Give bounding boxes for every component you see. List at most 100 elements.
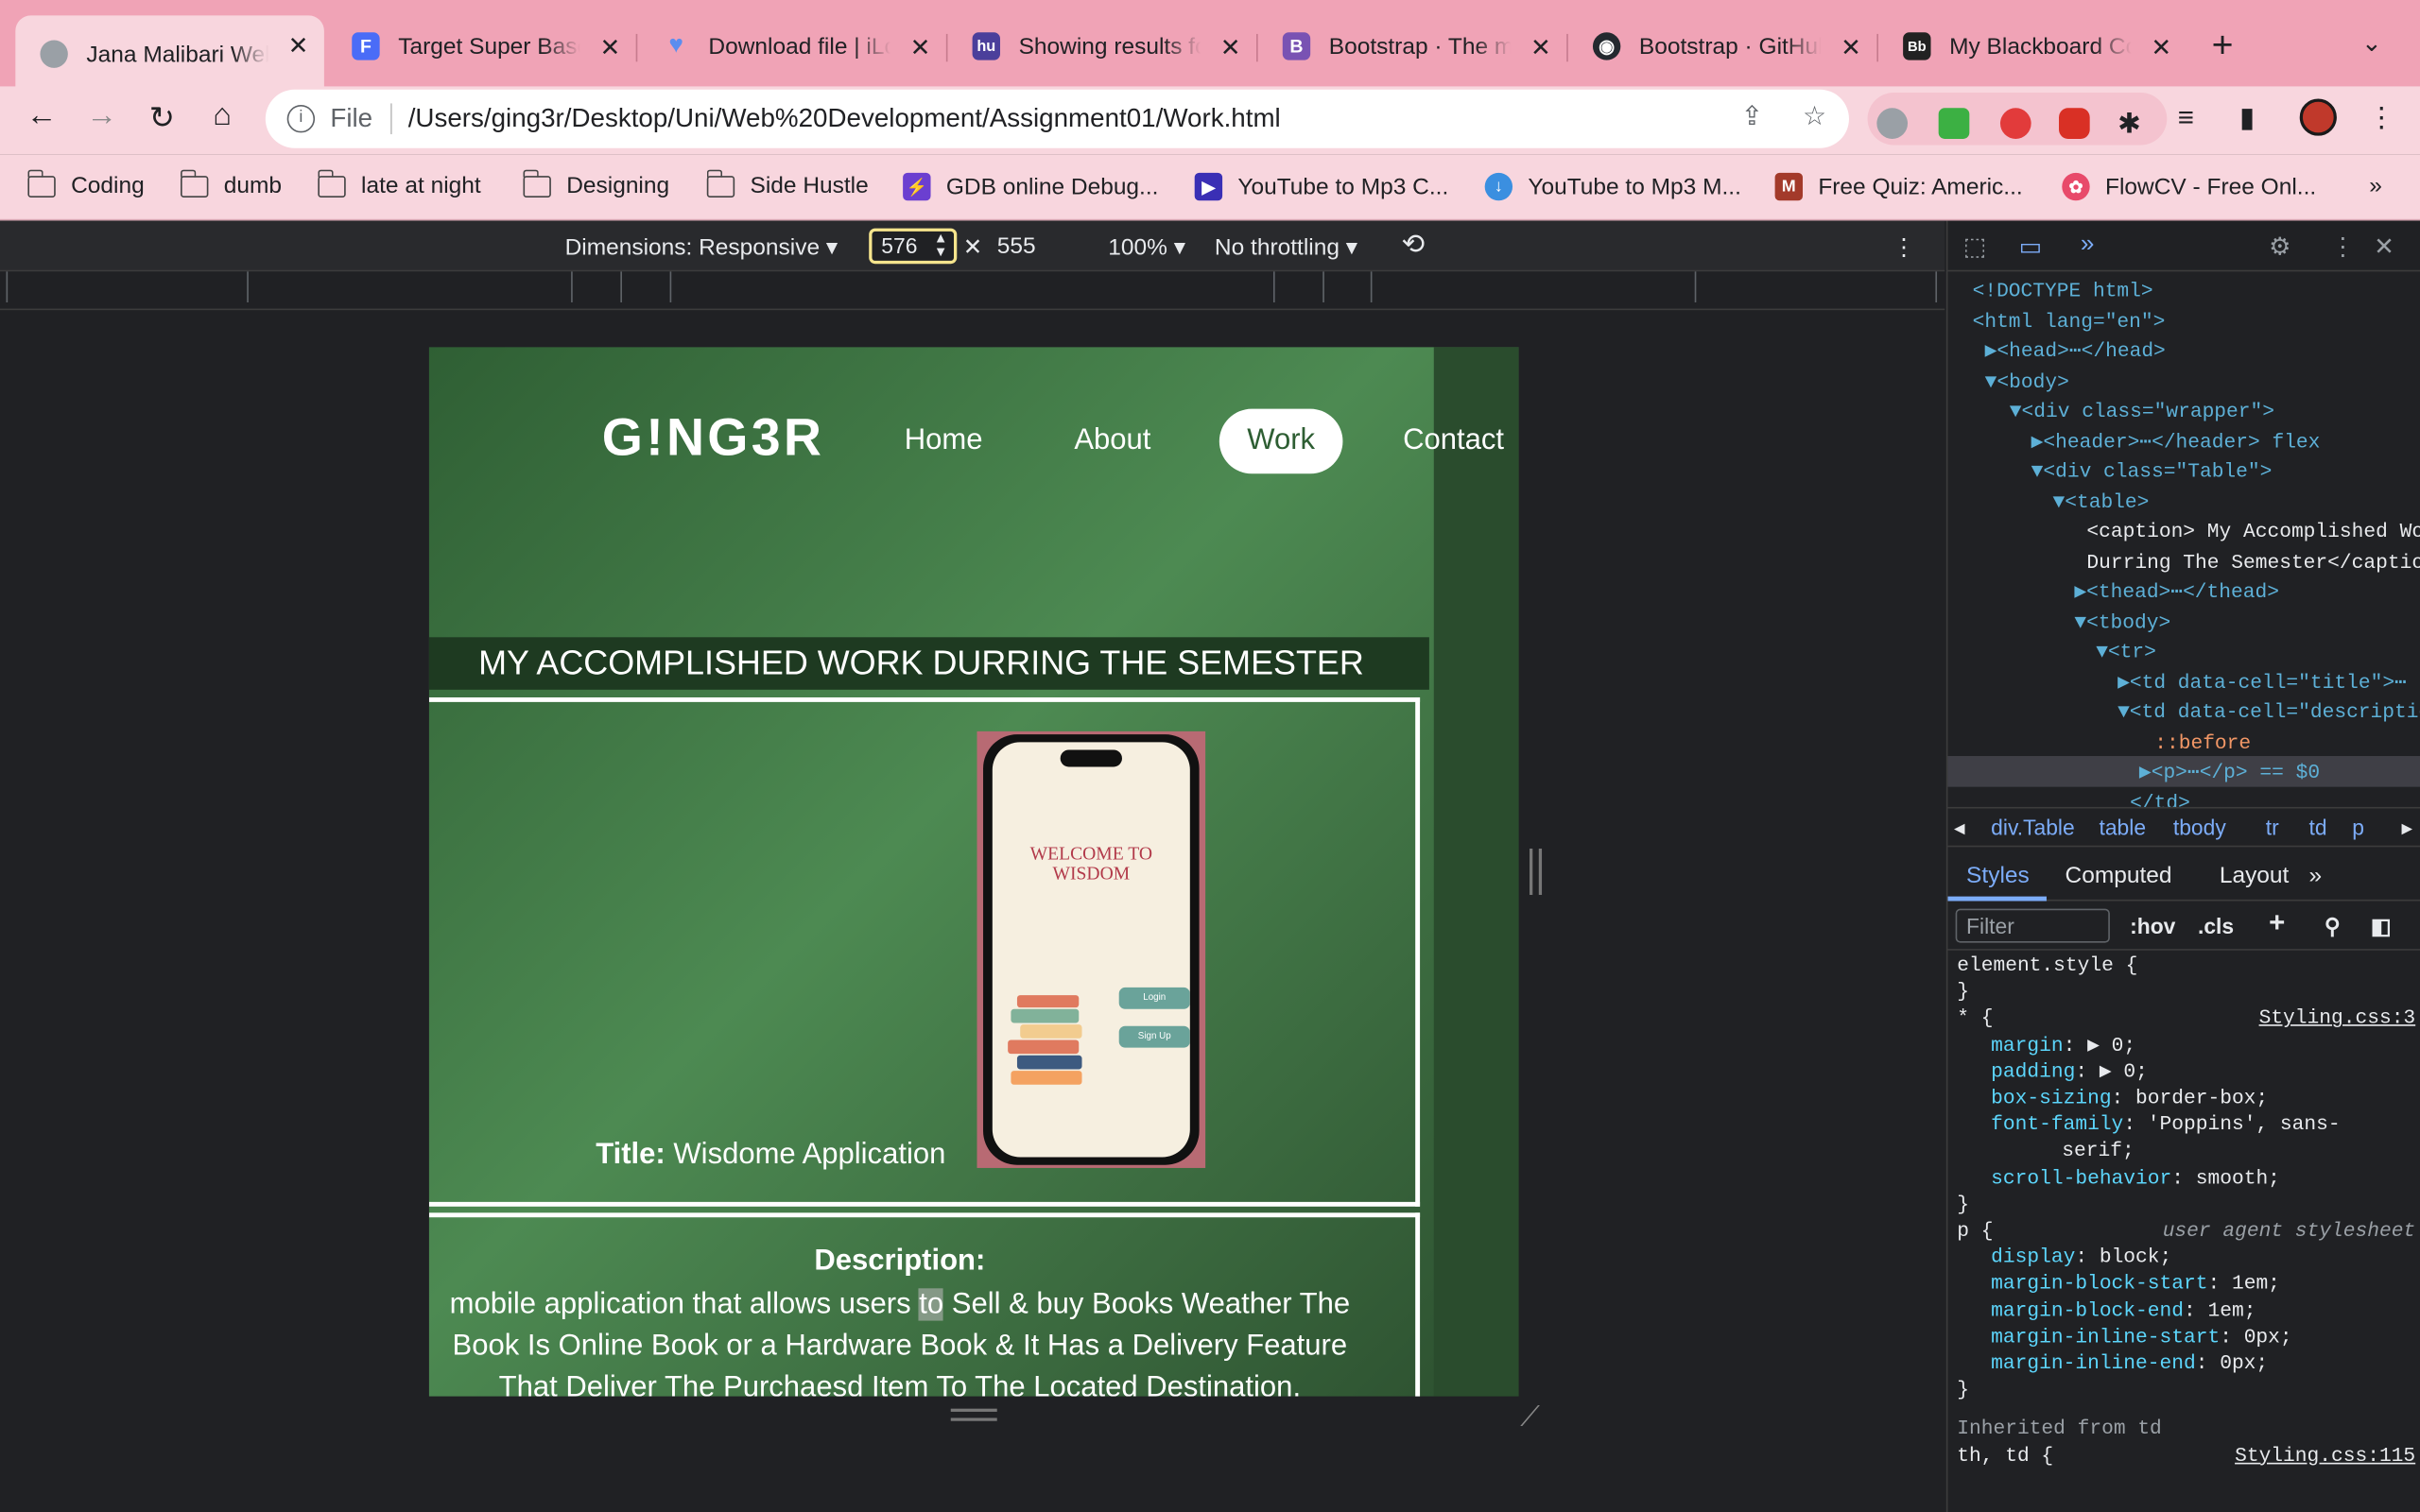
bookmark-flowcv[interactable]: ✿ FlowCV - Free Onl... [2062,172,2316,201]
profile-avatar[interactable] [2299,98,2337,136]
device-toggle-icon[interactable]: ▭ [2019,232,2043,263]
crumb-item[interactable]: td [2309,815,2327,839]
close-tab-icon[interactable]: ✕ [599,32,620,63]
crumb-item[interactable]: tr [2266,815,2279,839]
devtools-menu-icon[interactable]: ⋮ [2330,232,2355,263]
dom-node-line[interactable]: ▼<tr> [2096,641,2156,663]
shield-extension-icon[interactable] [1938,108,1970,139]
dom-node-line[interactable]: ▼<div class="Table"> [2031,460,2273,483]
bookmark-free-quiz[interactable]: M Free Quiz: Americ... [1774,172,2023,201]
close-tab-icon[interactable]: ✕ [288,31,309,62]
close-tab-icon[interactable]: ✕ [1841,32,1861,63]
sidebar-toggle-icon[interactable]: ◧ [2371,914,2392,940]
new-rule-plus-icon[interactable]: + [2269,907,2285,939]
dom-node-line[interactable]: <caption> My Accomplished Work [2086,520,2420,542]
puzzle-extensions-icon[interactable]: ✱ [2118,108,2141,140]
crumb-item[interactable]: div.Table [1991,815,2075,839]
site-info-icon[interactable]: i [286,105,316,133]
bookmark-folder-coding[interactable]: Coding [27,168,145,199]
stepper-icon[interactable]: ▲ ▼ [934,231,948,259]
bookmark-gdb[interactable]: ⚡ GDB online Debug... [903,172,1158,201]
media-controls-icon[interactable]: ≡ [2178,102,2194,134]
resize-handle-corner-icon[interactable]: ⟋ [1520,1400,1540,1433]
close-tab-icon[interactable]: ✕ [2151,32,2171,63]
bookmark-folder-late-at-night[interactable]: late at night [318,168,481,199]
bookmark-folder-side-hustle[interactable]: Side Hustle [706,168,869,199]
tab-7[interactable]: Bb My Blackboard Courses ✕ [1878,19,2187,75]
hand-block-extension-icon[interactable] [2059,108,2090,139]
dom-node-line[interactable]: ▶<p>⋯</p> == $0 [2139,761,2320,783]
dom-node-line[interactable]: Durring The Semester</caption> [2086,550,2420,573]
tab-4[interactable]: hu Showing results for ✕ [947,19,1256,75]
css-source-link[interactable]: user agent stylesheet [2163,1219,2415,1242]
crumb-left-icon[interactable]: ◂ [1954,815,1964,841]
crumb-item[interactable]: tbody [2173,815,2226,839]
new-tab-plus-icon[interactable]: + [2212,25,2234,68]
more-panels-icon[interactable]: » [2309,863,2323,889]
globe-extension-icon[interactable] [1876,108,1909,139]
settings-gear-icon[interactable]: ⚙ [2269,232,2290,263]
rotate-icon[interactable]: ⟲ [1401,229,1425,261]
tab-5[interactable]: B Bootstrap · The most ✕ [1258,19,1567,75]
dom-node-line[interactable]: ▶<td data-cell="title">⋯ [2118,670,2407,693]
tab-2[interactable]: F Target Super Based ✕ [327,19,636,75]
resize-handle-bottom[interactable] [950,1408,997,1421]
close-tab-icon[interactable]: ✕ [910,32,931,63]
tab-styles[interactable]: Styles [1966,863,2030,889]
close-tab-icon[interactable]: ✕ [1220,32,1241,63]
dom-node-line[interactable]: ▼<table> [2052,490,2149,512]
address-bar[interactable]: i File /Users/ging3r/Desktop/Uni/Web%20D… [265,89,1849,148]
dom-node-line[interactable]: <html lang="en"> [1973,309,2166,332]
dom-node-line[interactable]: <!DOCTYPE html> [1973,280,2153,302]
close-tab-icon[interactable]: ✕ [1530,32,1551,63]
kebab-menu-icon[interactable]: ⋮ [2368,102,2395,134]
cls-toggle[interactable]: .cls [2198,914,2234,938]
tab-3[interactable]: ♥ Download file | iLove ✕ [637,19,946,75]
resize-handle-right[interactable] [1530,848,1543,895]
bookmark-youtube-mp3-m[interactable]: ↓ YouTube to Mp3 M... [1484,172,1741,201]
dimensions-select[interactable]: Dimensions: Responsive ▾ [565,233,838,261]
url-text[interactable]: /Users/ging3r/Desktop/Uni/Web%20Developm… [408,103,1281,134]
nav-contact[interactable]: Contact [1403,424,1504,458]
bookmark-folder-designing[interactable]: Designing [523,168,669,199]
height-input[interactable]: 555 [997,233,1036,260]
share-icon[interactable]: ⇪ [1741,102,1763,133]
css-source-link[interactable]: Styling.css:115 [2235,1444,2415,1467]
tab-layout[interactable]: Layout [2220,863,2290,889]
close-devtools-icon[interactable]: ✕ [2374,232,2394,263]
dom-node-line[interactable]: ▼<body> [1985,369,2069,392]
zoom-select[interactable]: 100% ▾ [1108,233,1185,261]
bookmark-folder-dumb[interactable]: dumb [181,168,282,199]
nav-work[interactable]: Work [1219,408,1343,474]
crumb-item[interactable]: p [2352,815,2364,839]
styles-filter-input[interactable]: Filter [1955,908,2110,943]
dom-node-line[interactable]: ▶<header>⋯</header> flex [2031,430,2321,453]
side-panel-icon[interactable]: ▮ [2239,102,2255,134]
back-arrow-icon[interactable]: ← [20,98,63,134]
width-input[interactable]: 576 ▲ ▼ [869,228,958,265]
css-source-link[interactable]: Styling.css:3 [2259,1006,2416,1029]
nav-about[interactable]: About [1074,424,1150,458]
throttling-select[interactable]: No throttling ▾ [1215,233,1357,261]
bookmark-star-icon[interactable]: ☆ [1803,102,1826,133]
device-more-icon[interactable]: ⋮ [1893,233,1915,261]
nav-home[interactable]: Home [905,424,983,458]
reload-icon[interactable]: ↻ [141,98,184,137]
crumb-right-icon[interactable]: ▸ [2401,815,2411,841]
tab-search-chevron-icon[interactable]: ⌄ [2361,27,2382,59]
forward-arrow-icon[interactable]: → [80,98,124,134]
bookmarks-overflow-icon[interactable]: » [2369,173,2382,199]
tab-6[interactable]: ◉ Bootstrap · GitHub ✕ [1568,19,1877,75]
dom-node-line[interactable]: ▼<div class="wrapper"> [2010,400,2274,422]
more-tabs-icon[interactable]: » [2081,232,2095,259]
tab-1[interactable]: Jana Malibari Web ✕ [15,15,324,93]
paint-icon[interactable]: ⚲ [2325,914,2341,940]
tab-computed[interactable]: Computed [2066,863,2172,889]
record-extension-icon[interactable] [1999,108,2031,139]
dom-node-line[interactable]: ▼<td data-cell="description"> [2118,700,2420,723]
hov-toggle[interactable]: :hov [2130,914,2175,938]
dom-node-line[interactable]: ▼<tbody> [2074,610,2170,633]
site-logo[interactable]: G!NG3R [602,409,824,470]
inspect-element-icon[interactable]: ⬚ [1963,232,1987,263]
dom-node-line[interactable]: ::before [2154,730,2251,753]
